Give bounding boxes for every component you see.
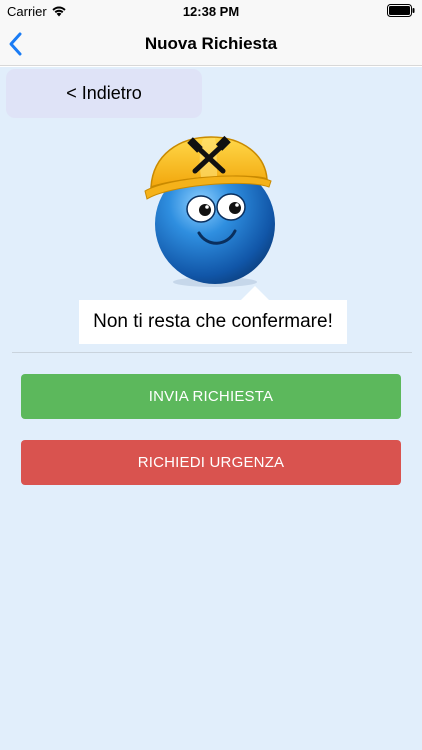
mascot-image — [144, 135, 275, 287]
speech-bubble: Non ti resta che confermare! — [79, 300, 347, 344]
divider — [12, 352, 412, 353]
status-time: 12:38 PM — [182, 4, 240, 19]
back-button[interactable]: < Indietro — [6, 69, 202, 118]
send-request-button[interactable]: INVIA RICHIESTA — [21, 374, 401, 419]
speech-bubble-tail — [241, 286, 269, 300]
battery-icon — [387, 4, 415, 17]
request-urgency-button[interactable]: RICHIEDI URGENZA — [21, 440, 401, 485]
status-bar: Carrier 12:38 PM — [0, 0, 422, 22]
main-content: < Indietro Non ti resta che confermare! … — [0, 67, 422, 750]
navigation-bar: Nuova Richiesta — [0, 22, 422, 66]
page-title: Nuova Richiesta — [144, 34, 278, 53]
